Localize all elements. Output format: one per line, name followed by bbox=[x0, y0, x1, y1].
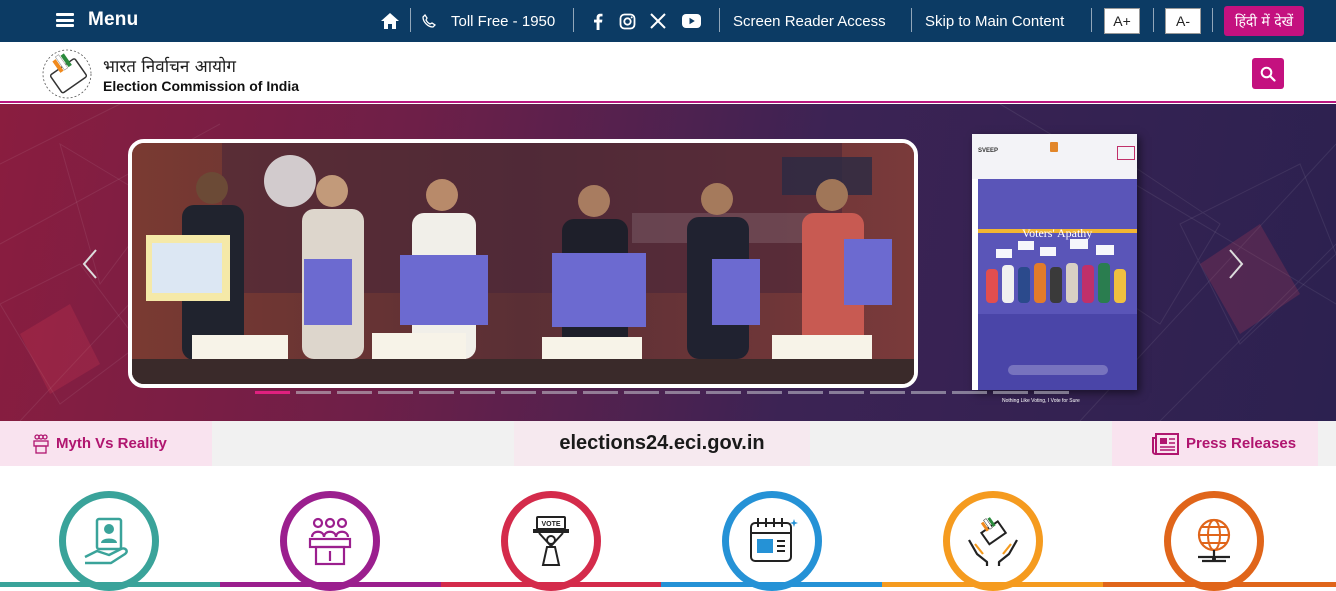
book-cover bbox=[978, 179, 1137, 390]
top-bar: Menu Toll Free - 1950 Screen Reader Acce… bbox=[0, 0, 1336, 42]
search-button[interactable] bbox=[1252, 58, 1284, 89]
skip-main-link[interactable]: Skip to Main Content bbox=[925, 0, 1064, 42]
newspaper-icon bbox=[1152, 432, 1179, 455]
voter-services-icon bbox=[84, 517, 128, 565]
evm-care-card[interactable] bbox=[943, 491, 1043, 591]
vote-card[interactable]: VOTE bbox=[501, 491, 601, 591]
menu-label: Menu bbox=[88, 9, 139, 30]
carousel-dot[interactable] bbox=[911, 391, 946, 394]
calendar-icon bbox=[750, 518, 798, 562]
hamburger-icon bbox=[56, 13, 74, 27]
logo-hindi-text: भारत निर्वाचन आयोग bbox=[103, 57, 236, 77]
globe-icon bbox=[1197, 518, 1231, 563]
slide-event-photo[interactable] bbox=[128, 139, 918, 388]
carousel-dot[interactable] bbox=[460, 391, 495, 394]
globe-card[interactable] bbox=[1164, 491, 1264, 591]
book-eci-emblem-icon bbox=[1050, 142, 1058, 152]
carousel-dot[interactable] bbox=[378, 391, 413, 394]
book-tagline: Nothing Like Voting, I Vote for Sure bbox=[1002, 398, 1080, 404]
book-title: Voters' Apathy bbox=[1022, 226, 1093, 240]
carousel-dot[interactable] bbox=[870, 391, 905, 394]
calendar-accent-bar bbox=[661, 582, 882, 587]
candidate-card[interactable] bbox=[280, 491, 380, 591]
elections24-link[interactable]: elections24.eci.gov.in bbox=[514, 421, 810, 466]
carousel-indicators bbox=[255, 391, 1069, 394]
voters-apathy-book-image[interactable]: SVEEP Voters' Apathy Nothing Like Voting… bbox=[972, 134, 1137, 404]
myth-vs-reality-link[interactable]: Myth Vs Reality bbox=[0, 421, 212, 466]
press-releases-label: Press Releases bbox=[1186, 435, 1297, 452]
eci-logo-icon[interactable] bbox=[40, 46, 98, 100]
book-brand: SVEEP bbox=[978, 148, 999, 154]
evm-accent-bar bbox=[882, 582, 1103, 587]
font-decrease-button[interactable]: A- bbox=[1165, 8, 1201, 34]
screen-reader-link[interactable]: Screen Reader Access bbox=[733, 0, 886, 42]
vote-accent-bar bbox=[441, 582, 661, 587]
carousel-prev-arrow-icon[interactable] bbox=[80, 247, 100, 281]
press-releases-link[interactable]: Press Releases bbox=[1112, 421, 1318, 466]
info-strip: Myth Vs Reality elections24.eci.gov.in P… bbox=[0, 421, 1336, 466]
carousel-dot[interactable] bbox=[993, 391, 1028, 394]
menu-button[interactable]: Menu bbox=[56, 8, 138, 32]
carousel-dot[interactable] bbox=[255, 391, 290, 394]
carousel-dot[interactable] bbox=[747, 391, 782, 394]
carousel-dot[interactable] bbox=[788, 391, 823, 394]
services-row: VOTE bbox=[0, 466, 1336, 591]
carousel-dot[interactable] bbox=[419, 391, 454, 394]
voter-services-accent-bar bbox=[0, 582, 220, 587]
people-podium-icon bbox=[33, 433, 49, 454]
site-header: भारत निर्वाचन आयोग Election Commission o… bbox=[0, 42, 1336, 103]
instagram-icon[interactable] bbox=[619, 0, 636, 42]
carousel-dot[interactable] bbox=[665, 391, 700, 394]
book-top-badge bbox=[1117, 146, 1135, 160]
home-icon[interactable] bbox=[380, 0, 400, 42]
search-icon bbox=[1260, 66, 1276, 82]
voter-services-card[interactable] bbox=[59, 491, 159, 591]
globe-accent-bar bbox=[1103, 582, 1336, 587]
carousel-dot[interactable] bbox=[1034, 391, 1069, 394]
youtube-icon[interactable] bbox=[682, 0, 701, 42]
carousel-dot[interactable] bbox=[829, 391, 864, 394]
hero-carousel: SVEEP Voters' Apathy Nothing Like Voting… bbox=[0, 104, 1336, 421]
font-increase-button[interactable]: A+ bbox=[1104, 8, 1140, 34]
carousel-dot[interactable] bbox=[501, 391, 536, 394]
candidate-icon bbox=[308, 517, 352, 566]
carousel-dot[interactable] bbox=[952, 391, 987, 394]
carousel-dot[interactable] bbox=[296, 391, 331, 394]
hindi-toggle-button[interactable]: हिंदी में देखें bbox=[1224, 6, 1304, 36]
phone-icon bbox=[422, 0, 436, 42]
carousel-next-arrow-icon[interactable] bbox=[1226, 247, 1246, 281]
carousel-dot[interactable] bbox=[542, 391, 577, 394]
carousel-dot[interactable] bbox=[706, 391, 741, 394]
facebook-icon[interactable] bbox=[593, 0, 603, 42]
myth-vs-reality-label: Myth Vs Reality bbox=[56, 435, 167, 452]
vote-icon: VOTE bbox=[533, 516, 569, 566]
carousel-dot[interactable] bbox=[337, 391, 372, 394]
book-header: SVEEP bbox=[972, 134, 1137, 179]
svg-text:VOTE: VOTE bbox=[541, 521, 560, 528]
carousel-dot[interactable] bbox=[624, 391, 659, 394]
toll-free-link[interactable]: Toll Free - 1950 bbox=[451, 0, 555, 42]
carousel-dot[interactable] bbox=[583, 391, 618, 394]
logo-english-text: Election Commission of India bbox=[103, 78, 300, 94]
x-icon[interactable] bbox=[650, 0, 666, 42]
evm-care-icon bbox=[968, 517, 1018, 566]
calendar-card[interactable] bbox=[722, 491, 822, 591]
candidate-accent-bar bbox=[220, 582, 441, 587]
